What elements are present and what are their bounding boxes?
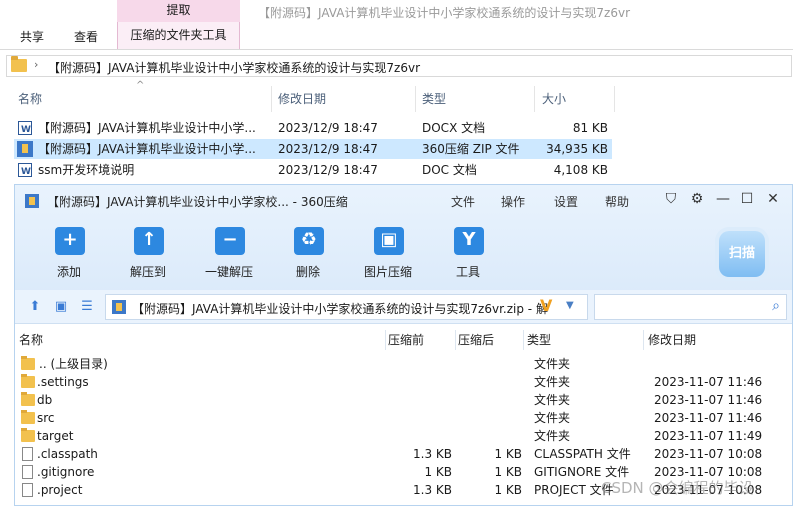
one-click-extract-icon: − — [215, 227, 245, 255]
word-doc-icon — [18, 120, 32, 140]
zip-address-bar[interactable]: 【附源码】JAVA计算机毕业设计中小学家校通系统的设计与实现7z6vr.zip … — [105, 294, 588, 320]
zip-row[interactable]: .settings 文件夹 2023-11-07 11:46 — [15, 373, 792, 391]
column-name[interactable]: 名称 — [18, 86, 42, 112]
zip-nav-bar: ⬆ ▣ ☰ 【附源码】JAVA计算机毕业设计中小学家校通系统的设计与实现7z6v… — [15, 290, 792, 324]
word-doc-icon — [18, 162, 32, 182]
file-icon — [22, 483, 33, 497]
column-separator[interactable] — [614, 86, 615, 112]
column-separator[interactable] — [455, 330, 456, 350]
zip-logo-icon — [25, 194, 39, 208]
column-before[interactable]: 压缩前 — [388, 330, 424, 350]
folder-icon — [11, 56, 27, 72]
extract-to-icon: ↑ — [134, 227, 164, 255]
file-icon — [22, 465, 33, 479]
chevron-down-icon[interactable]: ▼ — [566, 300, 574, 311]
folder-icon — [21, 410, 35, 424]
file-type: 360压缩 ZIP 文件 — [422, 142, 520, 156]
file-date: 2023/12/9 18:47 — [278, 142, 378, 156]
zip-row[interactable]: src 文件夹 2023-11-07 11:46 — [15, 409, 792, 427]
thumbnail-view-icon[interactable]: ▣ — [53, 299, 69, 315]
column-separator[interactable] — [385, 330, 386, 350]
one-click-extract-button[interactable]: − 一键解压 — [197, 223, 261, 283]
column-type[interactable]: 类型 — [527, 330, 551, 350]
up-arrow-icon[interactable]: ⬆ — [27, 299, 43, 315]
zip-row[interactable]: .. (上级目录) 文件夹 — [15, 355, 792, 373]
column-separator[interactable] — [643, 330, 644, 350]
file-name: 【附源码】JAVA计算机毕业设计中小学... — [38, 121, 256, 135]
folder-icon — [21, 428, 35, 442]
column-separator[interactable] — [523, 330, 524, 350]
file-size: 34,935 KB — [546, 142, 608, 156]
zip-row[interactable]: .classpath 1.3 KB 1 KB CLASSPATH 文件 2023… — [15, 445, 792, 463]
window-title: 【附源码】JAVA计算机毕业设计中小学家校通系统的设计与实现7z6vr — [258, 6, 631, 20]
column-date[interactable]: 修改日期 — [278, 86, 326, 112]
file-row[interactable]: 【附源码】JAVA计算机毕业设计中小学... 2023/12/9 18:47 D… — [14, 118, 612, 140]
add-icon: + — [55, 227, 85, 255]
column-separator[interactable] — [415, 86, 416, 112]
column-separator[interactable] — [534, 86, 535, 112]
chevron-right-icon[interactable]: › — [34, 58, 38, 71]
file-size: 4,108 KB — [553, 163, 608, 177]
address-bar[interactable]: › 【附源码】JAVA计算机毕业设计中小学家校通系统的设计与实现7z6vr — [6, 55, 792, 77]
minimize-icon[interactable]: — — [713, 189, 733, 209]
tools-icon: Y — [454, 227, 484, 255]
close-icon[interactable]: ✕ — [763, 189, 783, 209]
file-date: 2023/12/9 18:47 — [278, 121, 378, 135]
list-view-icon[interactable]: ☰ — [79, 299, 95, 315]
search-input[interactable]: ⌕ — [594, 294, 787, 320]
scan-button[interactable]: 扫描 — [719, 231, 765, 277]
tab-compressed-folder-tools[interactable]: 压缩的文件夹工具 — [117, 22, 240, 49]
zip-address-text: 【附源码】JAVA计算机毕业设计中小学家校通系统的设计与实现7z6vr.zip … — [132, 302, 548, 316]
image-compress-button[interactable]: ▣ 图片压缩 — [356, 223, 420, 283]
column-name[interactable]: 名称 — [19, 330, 43, 350]
add-button[interactable]: + 添加 — [37, 223, 101, 283]
maximize-icon[interactable]: ☐ — [737, 189, 757, 209]
file-date: 2023/12/9 18:47 — [278, 163, 378, 177]
file-name: ssm开发环境说明 — [38, 163, 135, 177]
menu-help[interactable]: 帮助 — [605, 193, 629, 210]
verified-check-icon: V — [540, 296, 553, 315]
menu-settings[interactable]: 设置 — [554, 193, 578, 210]
ribbon-divider — [0, 49, 793, 50]
watermark: CSDN @会编程的毕设 — [601, 479, 754, 497]
skin-icon[interactable]: ⛉ — [661, 189, 681, 209]
zip-archive-icon — [17, 141, 33, 157]
column-separator[interactable] — [271, 86, 272, 112]
column-type[interactable]: 类型 — [422, 86, 446, 112]
extract-context-header[interactable]: 提取 — [117, 0, 240, 22]
folder-icon — [21, 356, 35, 370]
tab-share[interactable]: 共享 — [10, 26, 54, 48]
zip-window-title: 【附源码】JAVA计算机毕业设计中小学家校... - 360压缩 — [47, 195, 348, 209]
extract-to-button[interactable]: ↑ 解压到 — [116, 223, 180, 283]
file-icon — [22, 447, 33, 461]
sort-up-icon: ^ — [136, 80, 145, 91]
gear-icon[interactable]: ⚙ — [687, 189, 707, 209]
zip-row[interactable]: target 文件夹 2023-11-07 11:49 — [15, 427, 792, 445]
search-icon[interactable]: ⌕ — [772, 298, 780, 314]
tab-view[interactable]: 查看 — [64, 26, 108, 48]
delete-button[interactable]: ♻ 删除 — [276, 223, 340, 283]
menu-operation[interactable]: 操作 — [501, 193, 525, 210]
address-path: 【附源码】JAVA计算机毕业设计中小学家校通系统的设计与实现7z6vr — [48, 61, 421, 75]
column-date[interactable]: 修改日期 — [648, 330, 696, 350]
recycle-icon: ♻ — [294, 227, 324, 255]
folder-icon — [21, 392, 35, 406]
image-compress-icon: ▣ — [374, 227, 404, 255]
zip-window: 【附源码】JAVA计算机毕业设计中小学家校... - 360压缩 文件 操作 设… — [14, 184, 793, 506]
zip-archive-icon — [112, 300, 126, 314]
file-type: DOC 文档 — [422, 163, 477, 177]
column-size[interactable]: 大小 — [542, 86, 566, 112]
folder-icon — [21, 374, 35, 388]
tools-button[interactable]: Y 工具 — [436, 223, 500, 283]
file-row-selected[interactable]: 【附源码】JAVA计算机毕业设计中小学... 2023/12/9 18:47 3… — [14, 139, 612, 159]
file-row[interactable]: ssm开发环境说明 2023/12/9 18:47 DOC 文档 4,108 K… — [14, 160, 612, 182]
file-size: 81 KB — [572, 121, 608, 135]
menu-file[interactable]: 文件 — [451, 193, 475, 210]
file-name: 【附源码】JAVA计算机毕业设计中小学... — [38, 142, 256, 156]
zip-row[interactable]: db 文件夹 2023-11-07 11:46 — [15, 391, 792, 409]
column-after[interactable]: 压缩后 — [458, 330, 494, 350]
file-type: DOCX 文档 — [422, 121, 486, 135]
